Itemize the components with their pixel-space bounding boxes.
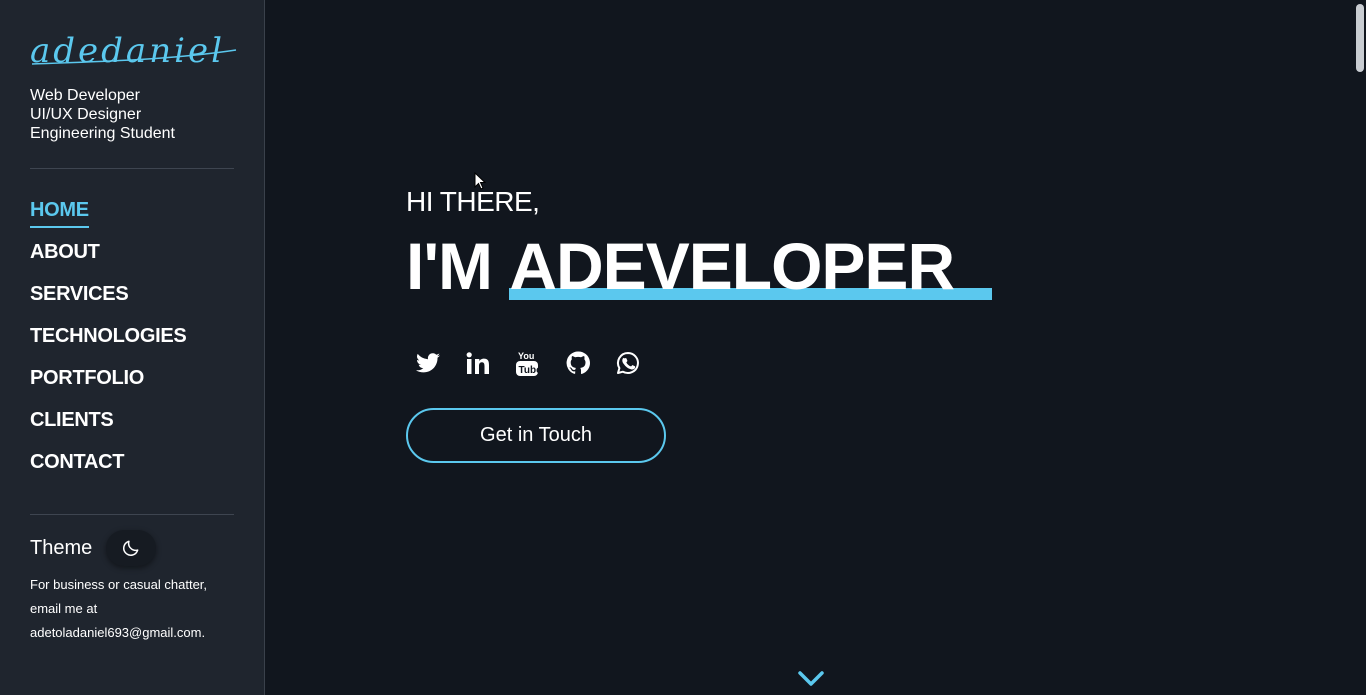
nav-label-services: SERVICES — [30, 283, 129, 305]
nav-label-technologies: TECHNOLOGIES — [30, 325, 187, 347]
nav-item-services[interactable]: SERVICES — [30, 282, 186, 324]
headline-prefix: I'M — [406, 229, 510, 303]
youtube-link[interactable]: You Tube — [516, 348, 566, 378]
nav-item-portfolio[interactable]: PORTFOLIO — [30, 366, 186, 408]
whatsapp-link[interactable] — [616, 348, 666, 378]
svg-text:Tube: Tube — [519, 365, 539, 376]
twitter-link[interactable] — [416, 348, 466, 378]
chevron-down-icon[interactable] — [797, 668, 825, 690]
linkedin-icon — [466, 352, 489, 374]
get-in-touch-button[interactable]: Get in Touch — [406, 408, 666, 463]
github-icon — [566, 351, 590, 375]
nav-label-about: ABOUT — [30, 241, 100, 263]
logo-text: adedaniel — [30, 31, 225, 71]
nav-item-home[interactable]: HOME — [30, 198, 186, 240]
github-link[interactable] — [566, 348, 616, 378]
sidebar-divider-bottom — [30, 514, 234, 515]
role-list: Web Developer UI/UX Designer Engineering… — [30, 86, 175, 143]
theme-toggle-button[interactable] — [106, 530, 157, 566]
nav-label-home: HOME — [30, 198, 89, 228]
headline-highlight: ADEVELOPER — [509, 228, 993, 304]
svg-text:You: You — [518, 351, 534, 361]
role-ui-ux-designer: UI/UX Designer — [30, 106, 142, 123]
hero-headline: I'M ADEVELOPER — [406, 228, 993, 304]
theme-label: Theme — [30, 536, 93, 559]
linkedin-link[interactable] — [466, 348, 516, 378]
hero-greeting: HI THERE, — [406, 186, 540, 217]
nav-item-clients[interactable]: CLIENTS — [30, 408, 186, 450]
social-links: You Tube — [416, 348, 666, 378]
hero-section: HI THERE, I'M ADEVELOPER You Tube — [266, 0, 1352, 695]
contact-blurb: For business or casual chatter, email me… — [30, 577, 208, 640]
role-engineering-student: Engineering Student — [30, 125, 175, 142]
nav-label-contact: CONTACT — [30, 451, 125, 473]
nav-label-portfolio: PORTFOLIO — [30, 367, 144, 389]
whatsapp-icon — [617, 352, 639, 374]
nav-item-about[interactable]: ABOUT — [30, 240, 186, 282]
role-web-developer: Web Developer — [30, 87, 140, 104]
headline-highlight-text: ADEVELOPER — [509, 229, 955, 303]
youtube-icon: You Tube — [516, 351, 539, 376]
page-scrollbar[interactable] — [1352, 0, 1366, 695]
main-nav: HOME ABOUT SERVICES TECHNOLOGIES PORTFOL… — [30, 198, 187, 492]
scrollbar-thumb[interactable] — [1356, 4, 1364, 72]
sidebar: adedaniel Web Developer UI/UX Designer E… — [0, 0, 265, 695]
nav-label-clients: CLIENTS — [30, 409, 114, 431]
site-logo[interactable]: adedaniel — [30, 28, 240, 72]
twitter-icon — [416, 353, 440, 373]
moon-icon — [123, 540, 139, 556]
sidebar-divider-top — [30, 168, 234, 169]
nav-item-contact[interactable]: CONTACT — [30, 450, 186, 492]
mouse-cursor-icon — [474, 172, 486, 190]
nav-item-technologies[interactable]: TECHNOLOGIES — [30, 324, 187, 366]
theme-row: Theme — [30, 530, 157, 566]
